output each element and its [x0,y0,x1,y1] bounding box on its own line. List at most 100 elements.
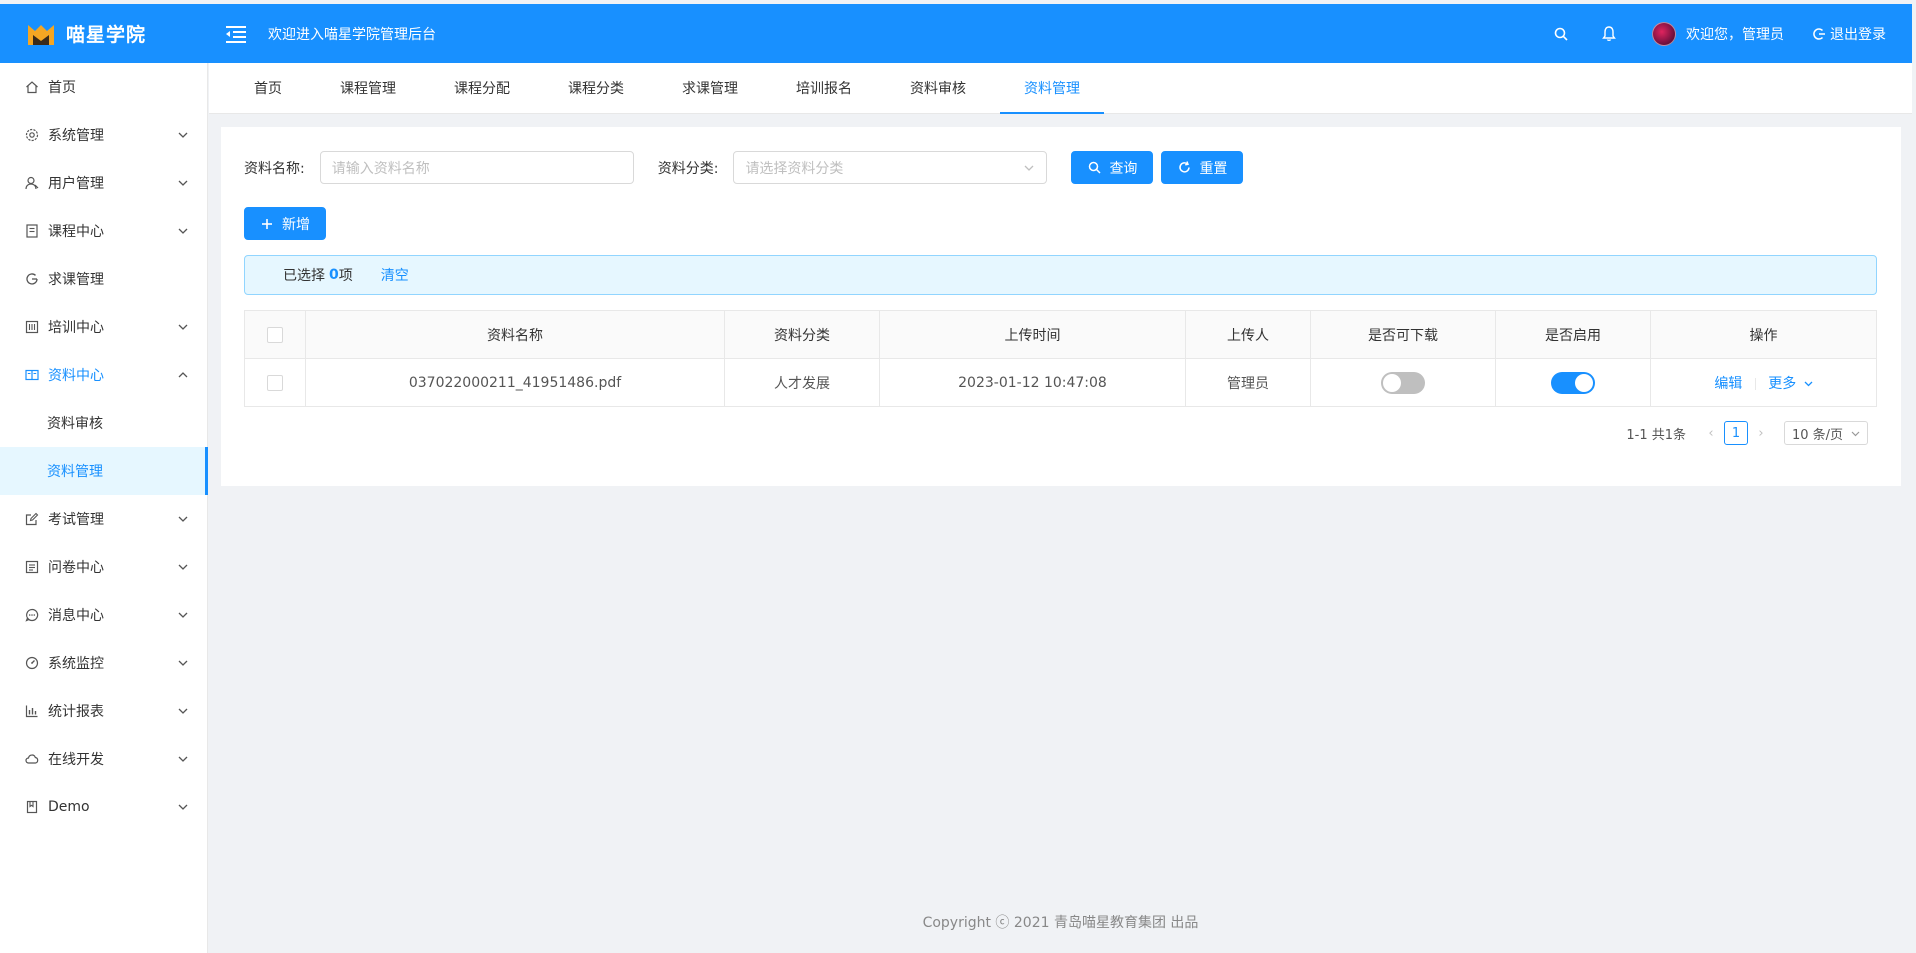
column-header[interactable]: 上传人 [1185,310,1311,359]
query-button[interactable]: 查询 [1071,151,1154,184]
column-header[interactable]: 是否可下载 [1310,310,1496,359]
tab-material-management[interactable]: 资料管理 [1000,63,1104,114]
sidebar-item-training[interactable]: 培训中心 [0,303,207,351]
chevron-down-icon [177,753,189,765]
more-dropdown[interactable]: 更多 [1768,376,1813,392]
tab-training-signup[interactable]: 培训报名 [772,63,876,113]
prev-page-icon[interactable]: ‹ [1701,426,1721,441]
plus-icon [260,217,274,231]
menu-fold-icon[interactable] [226,24,248,44]
material-name-placeholder: 请输入资料名称 [331,160,430,177]
edit-link[interactable]: 编辑 [1714,376,1742,392]
sidebar-item-monitor[interactable]: 系统监控 [0,639,207,687]
page-size-select[interactable]: 10 条/页 [1784,421,1868,445]
table-header-row: 资料名称 资料分类 上传时间 上传人 是否可下载 是否启用 操作 [244,310,1877,359]
next-page-icon[interactable]: › [1751,426,1771,441]
cat-logo-icon [28,24,54,45]
app-name: 喵星学院 [66,24,147,46]
action-divider [1754,377,1756,390]
tab-course-category[interactable]: 课程分类 [544,63,648,113]
page-number[interactable]: 1 [1724,421,1748,445]
add-button[interactable]: 新增 [244,207,326,240]
sidebar-item-label: Demo [48,799,90,815]
material-name-cell: 037022000211_41951486.pdf [305,358,725,407]
downloadable-cell [1310,358,1496,407]
bookmark-icon [24,799,40,815]
material-category-select[interactable]: 请选择资料分类 [733,151,1048,184]
search-icon[interactable] [1552,25,1570,43]
material-name-input[interactable]: 请输入资料名称 [319,151,634,184]
training-icon [24,319,40,335]
avatar[interactable] [1652,21,1676,46]
column-header[interactable]: 是否启用 [1495,310,1651,359]
sidebar-item-label: 考试管理 [48,512,104,528]
sidebar-item-online-dev[interactable]: 在线开发 [0,735,207,783]
chevron-down-icon [177,705,189,717]
sidebar-item-users[interactable]: 用户管理 [0,159,207,207]
chevron-down-icon [177,177,189,189]
chevron-down-icon [1024,165,1034,171]
downloadable-toggle[interactable] [1381,371,1425,394]
message-icon [24,607,40,623]
select-all-checkbox[interactable] [267,326,283,343]
uploader-cell: 管理员 [1185,358,1311,407]
logout-label: 退出登录 [1830,26,1886,43]
sidebar-item-demo[interactable]: Demo [0,783,207,831]
sidebar-item-home[interactable]: 首页 [0,63,207,111]
sidebar-item-label: 消息中心 [48,608,104,624]
sidebar-subitem-material-management[interactable]: 资料管理 [0,447,208,495]
page-tabs: 首页 课程管理 课程分配 课程分类 求课管理 培训报名 资料审核 资料管理 [209,63,1912,114]
sidebar-item-survey[interactable]: 问卷中心 [0,543,207,591]
user-icon [24,175,40,191]
sidebar-item-label: 培训中心 [48,320,104,336]
sidebar: 首页 系统管理 用户管理 课程中心 求课管理 培训中心 资料中心 资料审核 资料… [0,63,208,953]
chevron-up-icon [177,369,189,381]
tab-course-request[interactable]: 求课管理 [658,63,762,113]
reset-button[interactable]: 重置 [1161,151,1244,184]
tab-course-management[interactable]: 课程管理 [316,63,420,113]
sidebar-item-label: 统计报表 [48,704,104,720]
sidebar-item-label: 问卷中心 [48,560,104,576]
actions-cell: 编辑 更多 [1650,358,1877,407]
tab-home[interactable]: 首页 [230,63,306,113]
sidebar-item-material-center[interactable]: 资料中心 [0,351,207,399]
course-icon [24,223,40,239]
column-header[interactable]: 操作 [1650,310,1877,359]
sidebar-subitem-material-review[interactable]: 资料审核 [0,399,207,447]
selection-prefix: 已选择 [283,268,325,284]
upload-time-cell: 2023-01-12 10:47:08 [879,358,1186,407]
sidebar-item-reports[interactable]: 统计报表 [0,687,207,735]
column-header[interactable]: 资料名称 [305,310,725,359]
book-icon [24,367,40,383]
query-button-label: 查询 [1109,160,1138,177]
column-header[interactable]: 资料分类 [724,310,880,359]
row-checkbox[interactable] [267,374,283,391]
enabled-toggle[interactable] [1551,371,1595,394]
sidebar-item-messages[interactable]: 消息中心 [0,591,207,639]
sidebar-item-course-request[interactable]: 求课管理 [0,255,207,303]
clear-selection-link[interactable]: 清空 [381,265,409,285]
sidebar-item-label: 求课管理 [48,272,104,288]
materials-table: 资料名称 资料分类 上传时间 上传人 是否可下载 是否启用 操作 0370220… [244,310,1877,407]
survey-icon [24,559,40,575]
chevron-down-icon [177,129,189,141]
sidebar-item-label: 系统管理 [48,128,104,144]
tab-material-review[interactable]: 资料审核 [886,63,990,113]
sidebar-item-system[interactable]: 系统管理 [0,111,207,159]
column-header[interactable]: 上传时间 [879,310,1186,359]
bell-icon[interactable] [1600,25,1618,43]
material-name-label: 资料名称: [244,160,305,177]
selection-suffix: 项 [338,268,353,284]
sidebar-item-exam[interactable]: 考试管理 [0,495,207,543]
tab-course-assignment[interactable]: 课程分配 [430,63,534,113]
logo[interactable]: 喵星学院 [0,4,208,63]
logout-icon [1813,27,1825,40]
pagination-total: 1-1 共1条 [1626,427,1686,443]
table-row[interactable]: 037022000211_41951486.pdf 人才发展 2023-01-1… [244,358,1877,407]
search-icon [1087,161,1101,175]
sidebar-item-course-center[interactable]: 课程中心 [0,207,207,255]
search-form: 资料名称: 请输入资料名称 资料分类: 请选择资料分类 查询 重置 [244,151,1244,184]
home-icon [24,79,40,95]
logout-button[interactable]: 退出登录 [1812,24,1886,44]
sidebar-item-label: 资料审核 [47,416,103,432]
